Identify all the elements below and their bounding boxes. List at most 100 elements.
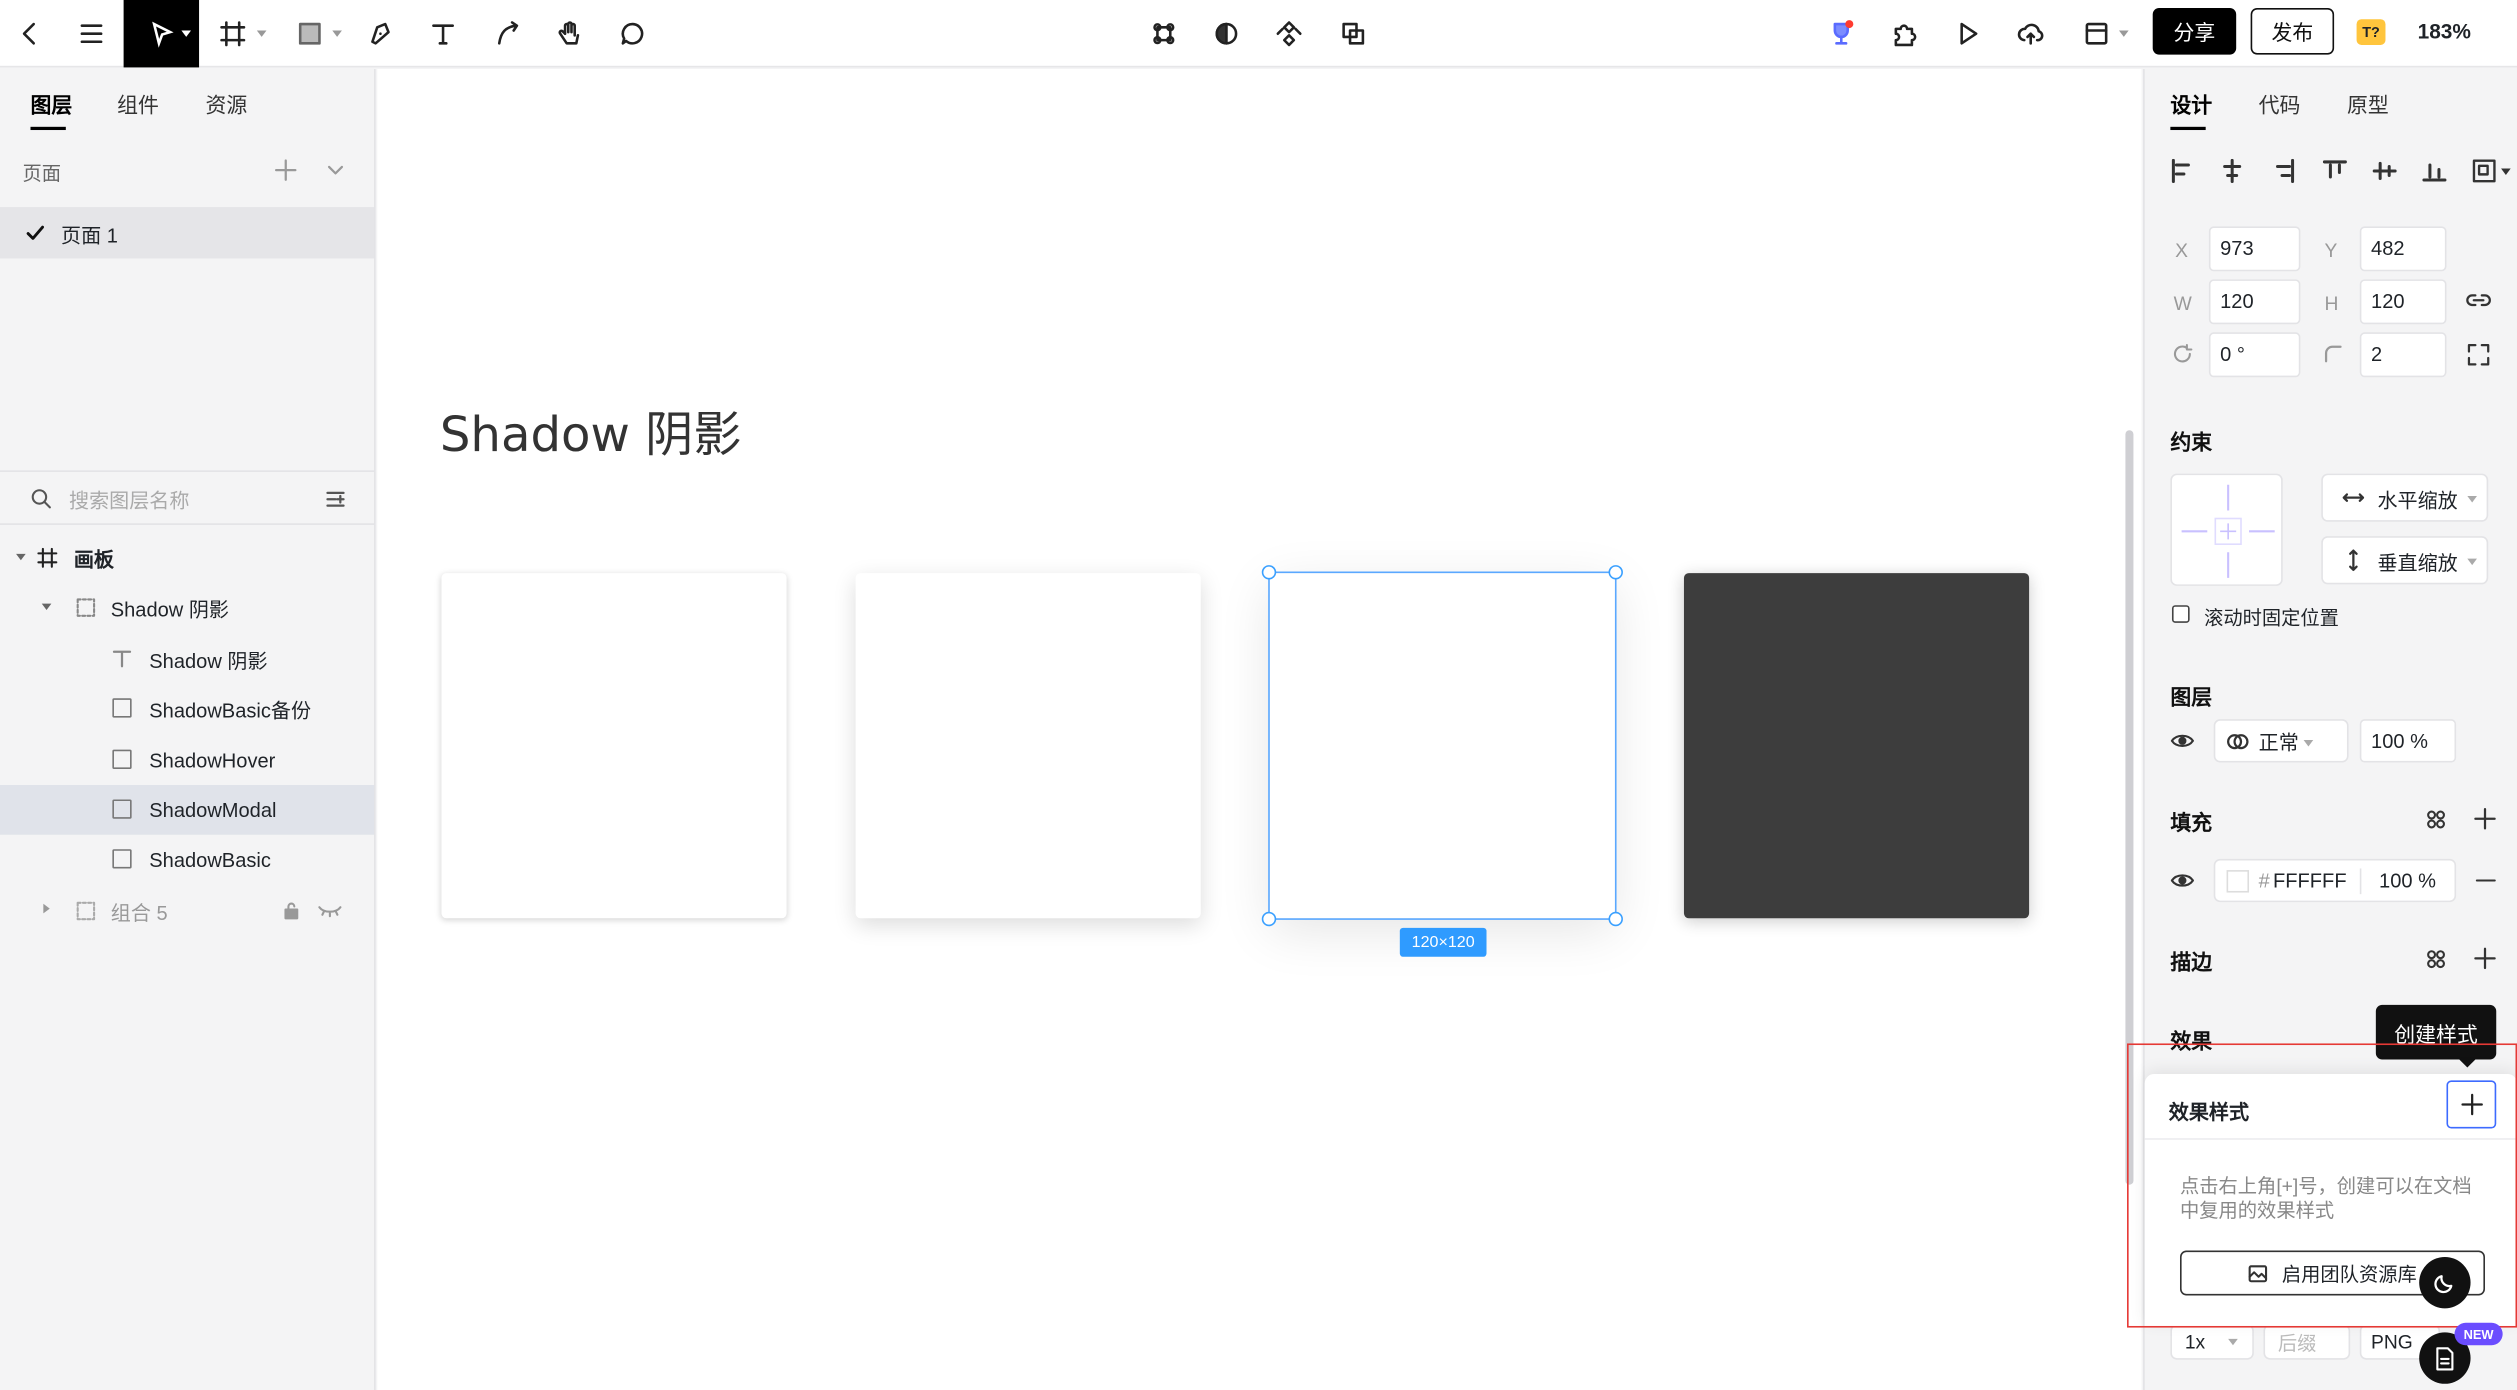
align-bottom-icon[interactable] <box>2422 159 2447 183</box>
horizontal-constraint-select[interactable]: 水平缩放 <box>2321 473 2489 522</box>
menu-icon[interactable] <box>69 11 114 56</box>
resize-handle[interactable] <box>1261 911 1277 927</box>
expand-icon[interactable] <box>43 903 50 914</box>
style-grid-icon[interactable] <box>2426 809 2447 830</box>
boolean-icon[interactable] <box>1267 11 1312 56</box>
export-scale-value: 1x <box>2184 1330 2206 1354</box>
align-left-icon[interactable] <box>2170 158 2194 184</box>
resize-handle[interactable] <box>1261 565 1277 580</box>
layer-row-rect-selected[interactable]: ShadowModal <box>0 784 375 835</box>
add-page-icon[interactable] <box>274 159 297 181</box>
canvas-title-text[interactable]: Shadow 阴影 <box>440 395 742 466</box>
layout-icon[interactable] <box>2074 11 2119 56</box>
x-field[interactable]: 973 <box>2208 226 2301 272</box>
lock-icon[interactable] <box>283 901 301 920</box>
page-item[interactable]: 页面 1 <box>0 207 375 259</box>
vertical-constraint-select[interactable]: 垂直缩放 <box>2321 536 2489 585</box>
shadow-hover-card[interactable] <box>855 573 1201 919</box>
eye-hidden-icon[interactable] <box>318 902 342 918</box>
layer-row-hidden-group[interactable]: 组合 5 <box>0 886 374 936</box>
text-layer-icon <box>112 650 132 668</box>
y-label: Y <box>2324 239 2338 262</box>
y-field[interactable]: 482 <box>2359 226 2447 272</box>
radius-field[interactable]: 2 <box>2359 332 2447 378</box>
constraint-widget[interactable] <box>2170 473 2283 586</box>
fill-color-field[interactable]: # FFFFFF 100 % <box>2213 858 2457 903</box>
layer-row-text[interactable]: Shadow 阴影 <box>0 634 374 684</box>
independent-corners-icon[interactable] <box>2467 344 2490 366</box>
layer-search[interactable]: 搜索图层名称 <box>0 470 375 525</box>
fill-opacity-value[interactable]: 100 % <box>2379 869 2436 891</box>
resize-handle[interactable] <box>1608 565 1623 580</box>
plugin-icon[interactable] <box>1881 11 1926 56</box>
blend-mode-select[interactable]: 正常 <box>2213 719 2349 763</box>
export-suffix-field[interactable]: 后缀 <box>2263 1324 2351 1360</box>
union-icon[interactable] <box>1331 11 1376 56</box>
tab-assets[interactable]: 资源 <box>205 88 247 119</box>
search-input[interactable]: 搜索图层名称 <box>69 482 189 513</box>
curve-tool-icon[interactable] <box>485 11 530 56</box>
move-tool-button[interactable] <box>123 0 200 68</box>
remove-fill-icon[interactable] <box>2475 870 2496 891</box>
hand-tool-icon[interactable] <box>547 11 592 56</box>
shadow-modal-card[interactable] <box>1268 571 1617 920</box>
eye-icon[interactable] <box>2170 732 2194 750</box>
fill-hex-value[interactable]: FFFFFF <box>2273 869 2347 891</box>
rotation-field[interactable]: 0 ° <box>2208 332 2301 378</box>
layer-label: Shadow 阴影 <box>149 650 268 673</box>
fill-color-swatch[interactable] <box>2226 869 2250 892</box>
pen-tool-icon[interactable] <box>358 11 403 56</box>
align-center-v-icon[interactable] <box>2372 159 2397 183</box>
component-icon[interactable] <box>1141 11 1186 56</box>
shadow-basic-dark-card[interactable] <box>1683 573 2030 919</box>
active-tab-indicator <box>30 126 66 131</box>
comment-tool-icon[interactable] <box>610 11 655 56</box>
frame-icon <box>37 547 58 568</box>
style-grid-icon[interactable] <box>2426 949 2447 970</box>
add-fill-icon[interactable] <box>2474 807 2496 830</box>
align-center-h-icon[interactable] <box>2220 158 2244 184</box>
tab-layers[interactable]: 图层 <box>31 88 73 119</box>
upload-cloud-icon[interactable] <box>2008 11 2053 56</box>
tab-design[interactable]: 设计 <box>2170 88 2212 119</box>
rectangle-tool-icon[interactable] <box>287 11 332 56</box>
shadow-basic-card[interactable] <box>441 573 787 919</box>
zoom-level[interactable]: 183% <box>2418 19 2471 43</box>
share-button[interactable]: 分享 <box>2152 8 2237 55</box>
tab-code[interactable]: 代码 <box>2259 88 2301 119</box>
play-icon[interactable] <box>1946 11 1991 56</box>
align-right-icon[interactable] <box>2271 158 2295 184</box>
horizontal-arrows-icon <box>2342 493 2365 502</box>
trophy-icon[interactable] <box>1819 11 1864 56</box>
layer-row-rect[interactable]: ShadowBasic <box>0 835 374 885</box>
layer-row-rect[interactable]: ShadowBasic备份 <box>0 684 374 734</box>
add-stroke-icon[interactable] <box>2474 947 2496 970</box>
fix-on-scroll-checkbox[interactable] <box>2171 605 2190 623</box>
tab-prototype[interactable]: 原型 <box>2347 88 2389 119</box>
link-icon[interactable] <box>2466 289 2492 311</box>
align-top-icon[interactable] <box>2322 159 2347 183</box>
tab-components[interactable]: 组件 <box>117 88 159 119</box>
export-scale-select[interactable]: 1x <box>2170 1324 2254 1360</box>
mask-icon[interactable] <box>1204 11 1249 56</box>
filter-icon[interactable] <box>324 488 346 510</box>
pages-label: 页面 <box>22 162 62 185</box>
layer-opacity-field[interactable]: 100 % <box>2359 719 2457 763</box>
height-field[interactable]: 120 <box>2359 279 2447 325</box>
frame-tool-icon[interactable] <box>210 11 255 56</box>
team-badge[interactable]: T? <box>2356 19 2386 45</box>
width-field[interactable]: 120 <box>2208 279 2301 325</box>
resize-handle[interactable] <box>1608 911 1623 927</box>
layer-row-frame[interactable]: 画板 <box>0 533 374 583</box>
layer-row-rect[interactable]: ShadowHover <box>0 735 374 785</box>
distribute-icon[interactable] <box>2471 157 2498 184</box>
theme-toggle-button[interactable] <box>2419 1256 2471 1309</box>
layer-label: 画板 <box>73 549 115 572</box>
text-tool-icon[interactable] <box>421 11 466 56</box>
back-icon[interactable] <box>8 11 53 56</box>
layer-row-group[interactable]: Shadow 阴影 <box>0 583 374 633</box>
design-canvas[interactable]: Shadow 阴影 120×120 <box>377 69 2142 1390</box>
publish-button[interactable]: 发布 <box>2250 8 2335 55</box>
chevron-down-icon[interactable] <box>326 161 345 180</box>
eye-icon[interactable] <box>2170 872 2194 890</box>
